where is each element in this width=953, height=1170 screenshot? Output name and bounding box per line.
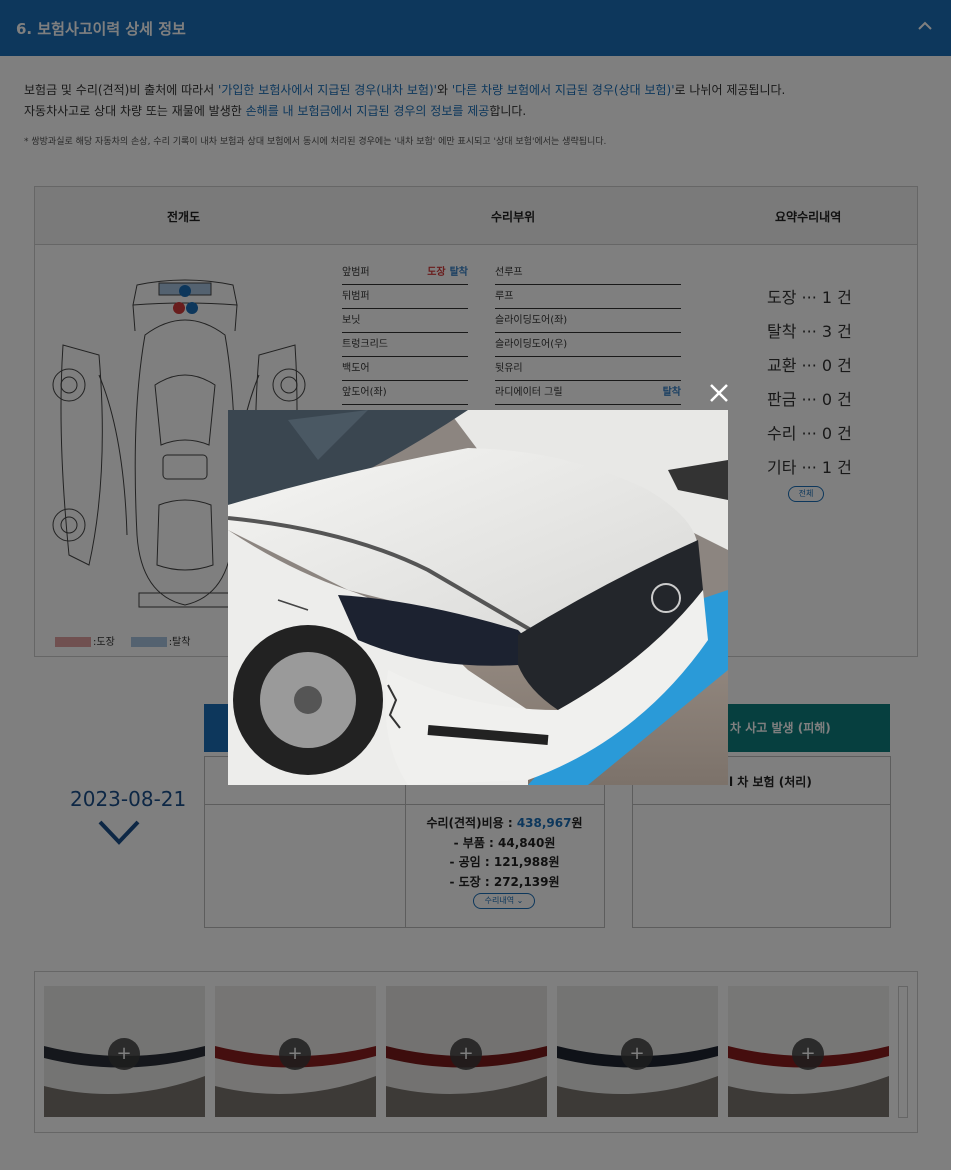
enlarged-photo	[228, 410, 728, 785]
close-icon[interactable]	[706, 380, 732, 406]
